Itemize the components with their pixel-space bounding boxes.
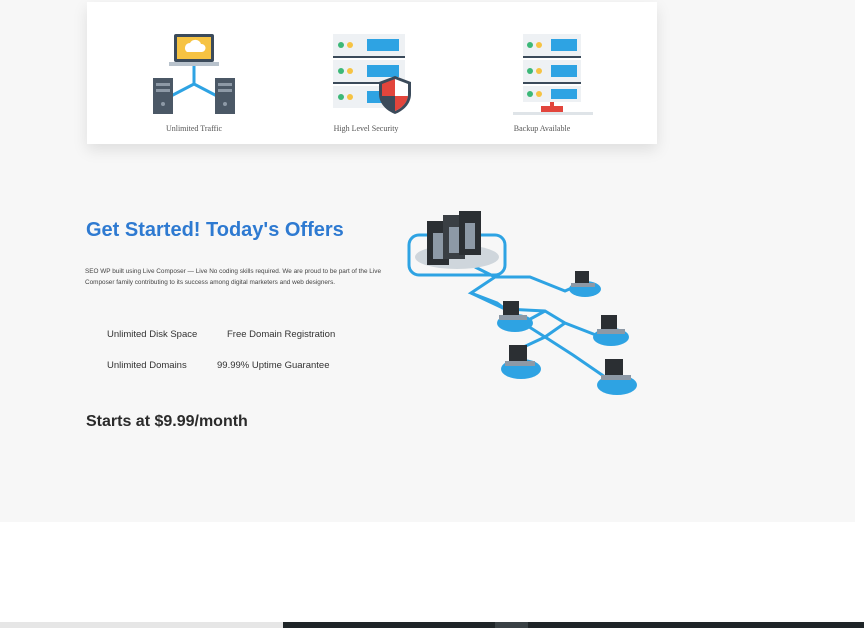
laptop-node <box>501 345 541 379</box>
offer-item-domain-registration: Free Domain Registration <box>227 329 336 340</box>
laptop-node <box>569 271 601 297</box>
page-edge-strip <box>855 0 864 522</box>
laptop-node <box>593 315 629 346</box>
feature-label: Unlimited Traffic <box>165 124 223 133</box>
offers-title: Get Started! Today's Offers <box>86 219 344 241</box>
feature-backup-available: Backup Available <box>447 2 637 144</box>
server-shield-icon <box>333 34 411 114</box>
bottom-section-edge-left <box>0 622 283 628</box>
server-backup-icon <box>513 34 593 115</box>
feature-unlimited-traffic: Unlimited Traffic <box>99 2 289 144</box>
offers-description: SEO WP built using Live Composer — Live … <box>85 268 382 286</box>
network-servers-icon <box>153 34 235 114</box>
offer-item-uptime: 99.99% Uptime Guarantee <box>217 360 330 371</box>
features-card: Unlimited Traffic High Level Security Ba… <box>87 2 657 144</box>
feature-label: High Level Security <box>333 124 399 133</box>
offer-item-disk-space: Unlimited Disk Space <box>107 329 198 340</box>
price-text: Starts at $9.99/month <box>86 413 248 430</box>
server-network-illustration <box>407 211 637 395</box>
server-cluster <box>415 211 499 269</box>
bottom-section-edge-highlight <box>495 622 528 628</box>
offer-item-unlimited-domains: Unlimited Domains <box>107 360 187 371</box>
feature-high-level-security: High Level Security <box>271 2 461 144</box>
laptop-node <box>597 359 637 395</box>
feature-label: Backup Available <box>513 124 571 133</box>
bottom-section-edge-right <box>283 622 864 628</box>
